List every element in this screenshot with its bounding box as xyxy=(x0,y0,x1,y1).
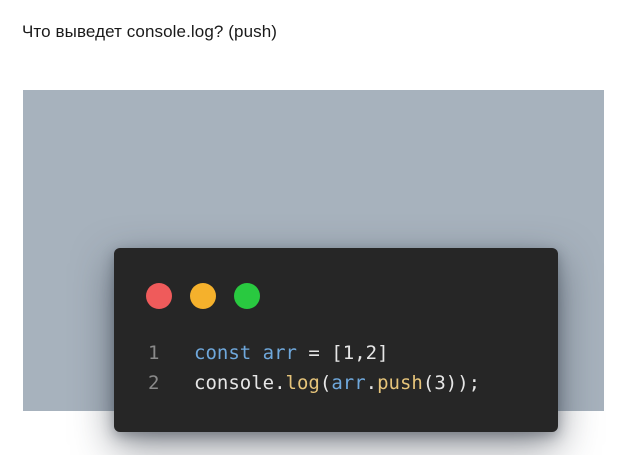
code-token: . xyxy=(365,372,378,394)
question-title: Что выведет console.log? (push) xyxy=(22,22,278,41)
code-token: ( xyxy=(319,372,332,394)
code-token: console xyxy=(194,372,275,394)
code-token: . xyxy=(274,372,286,394)
code-token: = xyxy=(296,342,332,364)
code-token: log xyxy=(285,372,320,394)
code-token: arr xyxy=(331,372,366,394)
maximize-dot-icon xyxy=(234,283,260,309)
code-token: 1 xyxy=(342,342,355,364)
code-token: )); xyxy=(445,372,481,394)
code-line-text: const arr = [1,2] xyxy=(194,338,389,368)
minimize-dot-icon xyxy=(190,283,216,309)
code-line: 2 console.log(arr.push(3)); xyxy=(148,368,480,398)
code-block: 1 const arr = [1,2] 2 console.log(arr.pu… xyxy=(148,338,480,398)
code-image-backdrop: 1 const arr = [1,2] 2 console.log(arr.pu… xyxy=(23,90,604,432)
code-token: 3 xyxy=(434,372,446,394)
code-token: ] xyxy=(377,342,389,364)
code-token: 2 xyxy=(365,342,378,364)
close-dot-icon xyxy=(146,283,172,309)
code-token: const xyxy=(194,342,263,364)
window-controls xyxy=(146,283,260,309)
code-token: arr xyxy=(262,342,297,364)
code-window: 1 const arr = [1,2] 2 console.log(arr.pu… xyxy=(114,248,558,432)
code-token: [ xyxy=(331,342,343,364)
code-token: , xyxy=(354,342,366,364)
code-token: push xyxy=(377,372,423,394)
code-line-text: console.log(arr.push(3)); xyxy=(194,368,480,398)
code-line: 1 const arr = [1,2] xyxy=(148,338,480,368)
line-number: 2 xyxy=(148,372,160,394)
line-number: 1 xyxy=(148,342,160,364)
code-token: ( xyxy=(422,372,435,394)
